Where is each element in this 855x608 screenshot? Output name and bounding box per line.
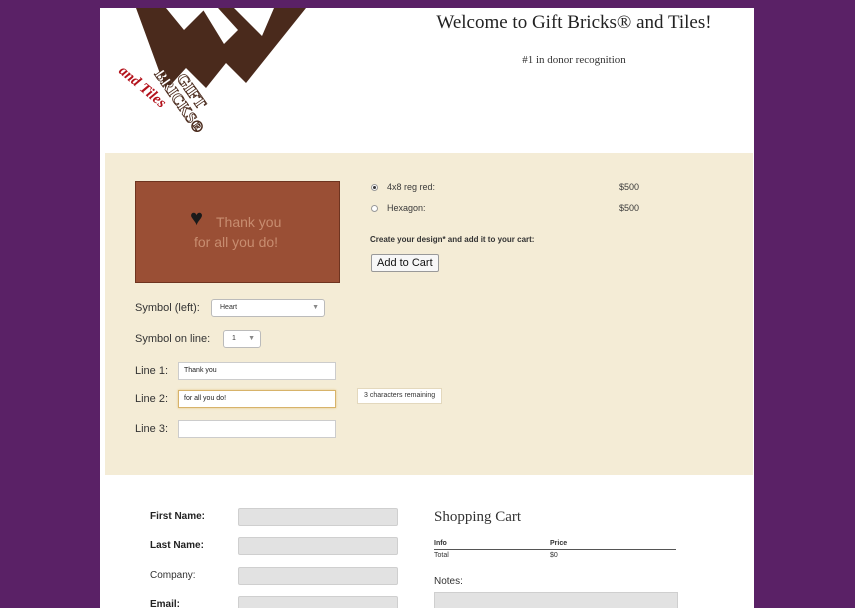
last-name-label: Last Name:: [150, 540, 204, 551]
preview-line-2: for all you do!: [194, 234, 279, 250]
symbol-on-line-select[interactable]: 1 ▼: [223, 330, 261, 348]
line-3-label: Line 3:: [135, 423, 169, 435]
option-label-4x8: 4x8 reg red:: [387, 182, 436, 192]
symbol-left-label: Symbol (left):: [135, 302, 200, 314]
brick-preview: ♥ Thank you for all you do!: [135, 181, 340, 283]
symbol-left-value: Heart: [220, 304, 238, 311]
option-radio-4x8[interactable]: [371, 184, 378, 191]
cart-divider: [434, 549, 676, 550]
first-name-label: First Name:: [150, 511, 206, 522]
company-input[interactable]: [238, 567, 398, 585]
chevron-down-icon: ▼: [248, 335, 255, 342]
preview-line-1: Thank you: [216, 214, 282, 230]
gift-bricks-logo: GIFT BRICKS® and Tiles: [115, 8, 306, 137]
add-to-cart-button[interactable]: Add to Cart: [371, 254, 439, 272]
option-radio-hexagon[interactable]: [371, 205, 378, 212]
symbol-on-line-value: 1: [232, 335, 236, 342]
brick-designer-panel: ♥ Thank you for all you do! 4x8 reg red:…: [105, 153, 753, 475]
option-price-4x8: $500: [619, 182, 640, 192]
email-input[interactable]: [238, 596, 398, 608]
shopping-cart-title: Shopping Cart: [434, 509, 522, 525]
notes-label: Notes:: [434, 576, 463, 587]
email-label: Email:: [150, 599, 181, 608]
welcome-heading: Welcome to Gift Bricks® and Tiles!: [436, 12, 712, 33]
cart-col-price: Price: [550, 540, 568, 547]
last-name-input[interactable]: [238, 537, 398, 555]
symbol-on-line-label: Symbol on line:: [135, 333, 211, 345]
line-2-input[interactable]: for all you do!: [178, 390, 336, 408]
page-content: GIFT BRICKS® and Tiles Welcome to Gift B…: [100, 8, 754, 608]
chevron-down-icon: ▼: [312, 304, 319, 311]
option-label-hexagon: Hexagon:: [387, 203, 426, 213]
option-price-hexagon: $500: [619, 203, 640, 213]
company-label: Company:: [150, 570, 196, 581]
cart-total-label: Total: [434, 552, 449, 559]
create-design-text: Create your design* and add it to your c…: [370, 235, 535, 244]
cart-col-info: Info: [434, 540, 447, 547]
heart-icon: ♥: [190, 205, 204, 230]
tagline: #1 in donor recognition: [522, 54, 626, 66]
notes-textarea[interactable]: [434, 592, 678, 608]
characters-remaining: 3 characters remaining: [357, 388, 443, 404]
cart-total-value: $0: [550, 552, 558, 559]
line-1-input[interactable]: Thank you: [178, 362, 336, 380]
line-3-input[interactable]: [178, 420, 336, 438]
line-1-label: Line 1:: [135, 365, 169, 377]
first-name-input[interactable]: [238, 508, 398, 526]
line-2-label: Line 2:: [135, 393, 169, 405]
symbol-left-select[interactable]: Heart ▼: [211, 299, 325, 317]
